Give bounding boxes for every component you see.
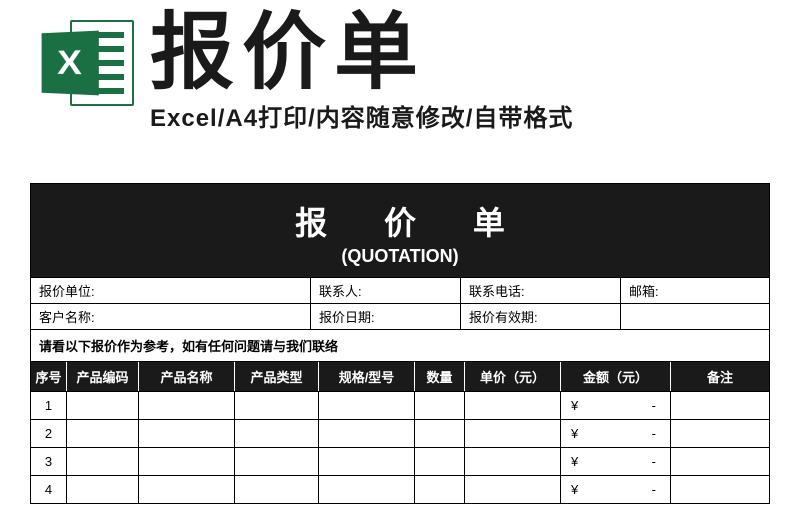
meta-quoting-unit: 报价单位: [31, 278, 311, 303]
meta-email: 邮箱: [621, 278, 769, 303]
cell-seq: 2 [31, 420, 67, 447]
meta-blank [621, 304, 769, 329]
main-title: 报价单 [150, 10, 760, 94]
cell-rem [671, 448, 769, 475]
sub-title: Excel/A4打印/内容随意修改/自带格式 [150, 98, 760, 133]
meta-valid: 报价有效期: [461, 304, 621, 329]
meta-contact: 联系人: [311, 278, 461, 303]
promo-header: X 报价单 Excel/A4打印/内容随意修改/自带格式 [0, 0, 800, 133]
meta-quote-date: 报价日期: [311, 304, 461, 329]
doc-title-en: (QUOTATION) [31, 246, 769, 267]
cell-type [235, 476, 319, 503]
cell-type [235, 448, 319, 475]
cell-seq: 1 [31, 392, 67, 419]
doc-header: 报 价 单 (QUOTATION) [31, 184, 769, 277]
cell-spec [319, 420, 415, 447]
meta-customer: 客户名称: [31, 304, 311, 329]
note-row: 请看以下报价作为参考，如有任何问题请与我们联络 [31, 329, 769, 361]
cell-amt: ¥- [561, 392, 671, 419]
table-row: 1 ¥- [31, 391, 769, 419]
col-amt: 金额（元） [561, 362, 671, 391]
cell-name [139, 448, 235, 475]
meta-row-2: 客户名称: 报价日期: 报价有效期: [31, 303, 769, 329]
cell-name [139, 420, 235, 447]
cell-rem [671, 476, 769, 503]
col-seq: 序号 [31, 362, 67, 391]
table-row: 4 ¥- [31, 475, 769, 503]
cell-amt: ¥- [561, 448, 671, 475]
cell-seq: 3 [31, 448, 67, 475]
col-spec: 规格/型号 [319, 362, 415, 391]
table-header: 序号 产品编码 产品名称 产品类型 规格/型号 数量 单价（元） 金额（元） 备… [31, 361, 769, 391]
cell-name [139, 476, 235, 503]
cell-qty [415, 392, 465, 419]
cell-price [465, 392, 561, 419]
doc-title-cn: 报 价 单 [31, 198, 769, 244]
cell-name [139, 392, 235, 419]
excel-x-letter: X [57, 43, 82, 83]
cell-qty [415, 448, 465, 475]
title-block: 报价单 Excel/A4打印/内容随意修改/自带格式 [150, 10, 760, 133]
cell-spec [319, 476, 415, 503]
quotation-document: 报 价 单 (QUOTATION) 报价单位: 联系人: 联系电话: 邮箱: 客… [30, 183, 770, 504]
col-rem: 备注 [671, 362, 769, 391]
table-row: 2 ¥- [31, 419, 769, 447]
cell-code [67, 476, 139, 503]
cell-spec [319, 392, 415, 419]
cell-spec [319, 448, 415, 475]
excel-icon: X [40, 16, 134, 110]
meta-phone: 联系电话: [461, 278, 621, 303]
meta-row-1: 报价单位: 联系人: 联系电话: 邮箱: [31, 277, 769, 303]
cell-rem [671, 392, 769, 419]
table-row: 3 ¥- [31, 447, 769, 475]
cell-qty [415, 476, 465, 503]
col-name: 产品名称 [139, 362, 235, 391]
cell-code [67, 420, 139, 447]
cell-seq: 4 [31, 476, 67, 503]
cell-amt: ¥- [561, 476, 671, 503]
cell-code [67, 448, 139, 475]
cell-price [465, 476, 561, 503]
cell-rem [671, 420, 769, 447]
cell-amt: ¥- [561, 420, 671, 447]
cell-type [235, 420, 319, 447]
cell-price [465, 420, 561, 447]
cell-code [67, 392, 139, 419]
col-code: 产品编码 [67, 362, 139, 391]
cell-qty [415, 420, 465, 447]
col-type: 产品类型 [235, 362, 319, 391]
cell-price [465, 448, 561, 475]
cell-type [235, 392, 319, 419]
col-qty: 数量 [415, 362, 465, 391]
col-price: 单价（元） [465, 362, 561, 391]
